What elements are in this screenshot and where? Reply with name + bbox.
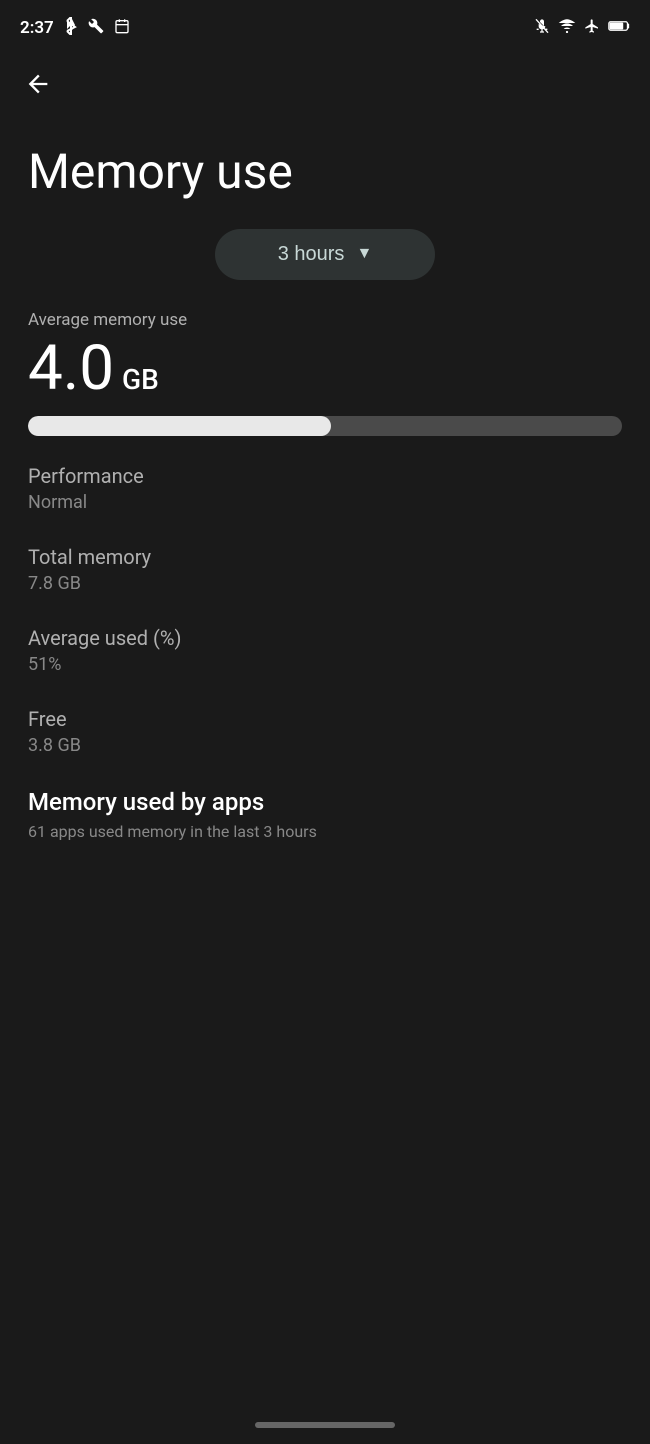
average-used-row: Average used (%) 51%: [28, 626, 622, 675]
bluetooth-icon: [64, 17, 78, 39]
status-time: 2:37: [20, 18, 54, 38]
airplane-icon: [584, 18, 600, 38]
average-used-value: 51%: [28, 654, 622, 675]
status-left: 2:37: [20, 17, 130, 39]
stats-section: Average memory use 4.0 GB Performance No…: [0, 310, 650, 756]
memory-number: 4.0: [28, 338, 114, 400]
performance-row: Performance Normal: [28, 464, 622, 513]
memory-by-apps-title: Memory used by apps: [28, 788, 622, 816]
status-bar: 2:37: [0, 0, 650, 52]
memory-unit: GB: [122, 363, 159, 396]
time-filter-label: 3 hours: [278, 243, 345, 266]
total-memory-value: 7.8 GB: [28, 573, 622, 594]
free-memory-row: Free 3.8 GB: [28, 707, 622, 756]
status-right: [534, 18, 630, 38]
memory-by-apps-section: Memory used by apps 61 apps used memory …: [0, 788, 650, 841]
performance-label: Performance: [28, 464, 622, 488]
wifi-icon: [558, 19, 576, 37]
free-label: Free: [28, 707, 622, 731]
performance-value: Normal: [28, 492, 622, 513]
avg-memory-label: Average memory use: [28, 310, 622, 330]
time-filter-container: 3 hours ▼: [0, 229, 650, 310]
battery-icon: [608, 20, 630, 36]
home-indicator: [255, 1422, 395, 1428]
total-memory-row: Total memory 7.8 GB: [28, 545, 622, 594]
back-button[interactable]: [20, 66, 56, 102]
progress-bar-fill: [28, 416, 331, 436]
memory-by-apps-subtitle: 61 apps used memory in the last 3 hours: [28, 822, 622, 841]
mute-icon: [534, 18, 550, 38]
calendar-icon: [114, 18, 130, 38]
page-title: Memory use: [0, 116, 650, 229]
total-memory-label: Total memory: [28, 545, 622, 569]
free-value: 3.8 GB: [28, 735, 622, 756]
memory-progress-bar: [28, 416, 622, 436]
chevron-down-icon: ▼: [356, 245, 372, 263]
memory-value: 4.0 GB: [28, 338, 622, 400]
wrench-icon: [88, 18, 104, 38]
time-filter-dropdown[interactable]: 3 hours ▼: [215, 229, 435, 280]
average-used-label: Average used (%): [28, 626, 622, 650]
back-navigation: [0, 52, 650, 116]
